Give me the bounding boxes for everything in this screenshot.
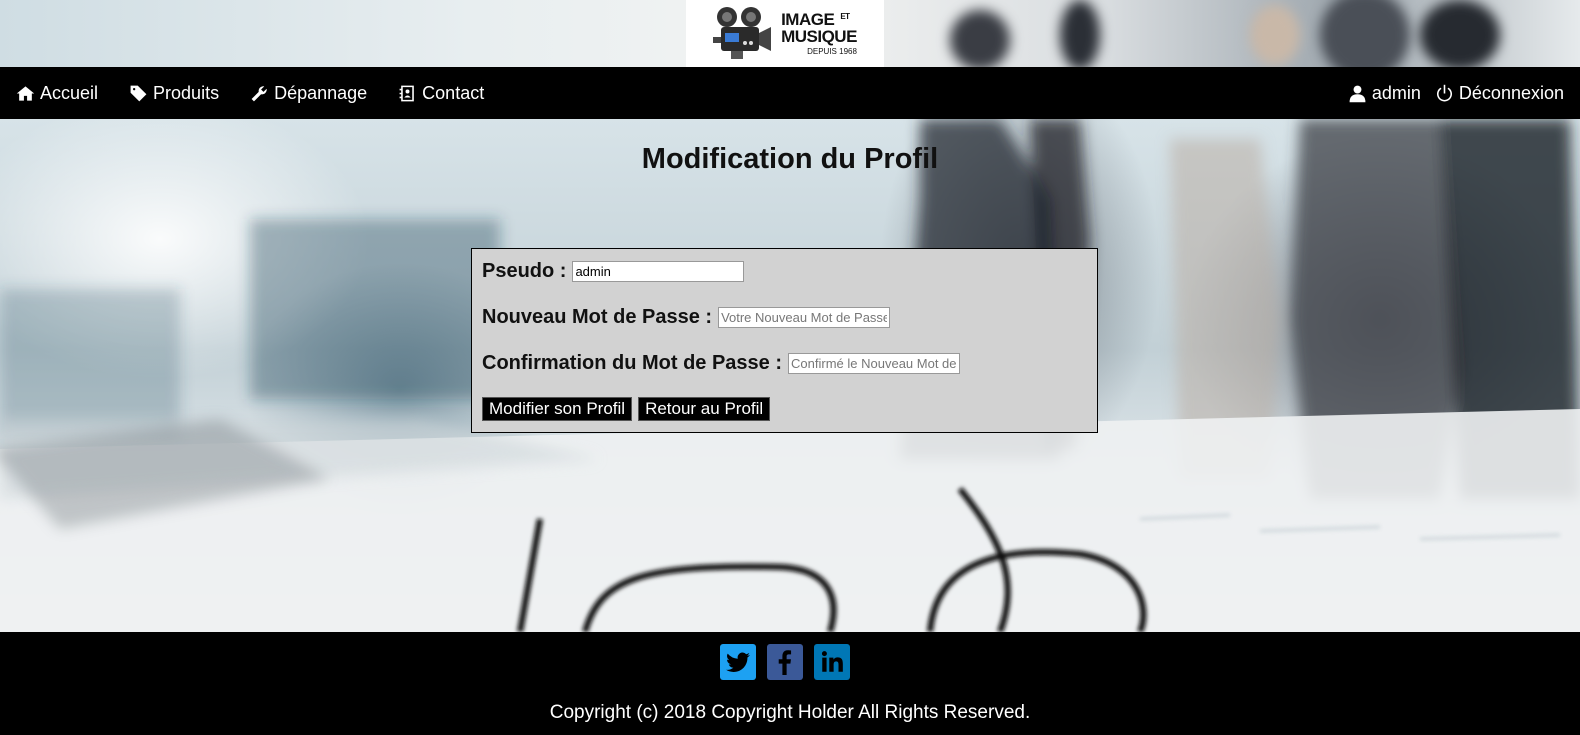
back-to-profile-button[interactable]: Retour au Profil [638,397,771,421]
site-logo[interactable]: IMAGE ET MUSIQUE DEPUIS 1968 [686,0,884,67]
nav-item-produits[interactable]: Produits [129,83,219,104]
pseudo-row: Pseudo : [482,259,1087,283]
main-content: Modification du Profil Pseudo : Nouveau … [0,119,1580,632]
tag-icon [130,85,147,101]
page-title: Modification du Profil [641,143,939,175]
nav-label-depannage: Dépannage [274,82,368,103]
main-navbar: Accueil Produits Dépannage Contact admin… [0,67,1580,119]
facebook-icon[interactable] [767,644,803,680]
new-password-row: Nouveau Mot de Passe : [482,305,1087,329]
linkedin-icon[interactable] [814,644,850,680]
nav-label-accueil: Accueil [40,82,99,103]
logo-text: IMAGE ET MUSIQUE DEPUIS 1968 [781,11,857,56]
logo-line2: MUSIQUE [781,27,857,46]
logo-et: ET [840,12,850,21]
wrench-icon [251,85,267,101]
user-icon [1349,85,1366,102]
nav-label-user: admin [1371,82,1421,103]
copyright-text: Copyright (c) 2018 Copyright Holder All … [549,702,1031,723]
contact-card-icon [399,85,415,101]
footer: Copyright (c) 2018 Copyright Holder All … [0,632,1580,735]
profile-edit-form: Pseudo : Nouveau Mot de Passe : Confirma… [471,248,1098,433]
power-icon [1436,84,1452,101]
confirm-password-input[interactable] [788,352,961,374]
nav-item-contact[interactable]: Contact [398,83,484,104]
nav-label-produits: Produits [153,82,220,103]
nav-label-contact: Contact [422,82,485,103]
form-actions: Modifier son Profil Retour au Profil [482,397,1087,421]
modify-profile-button[interactable]: Modifier son Profil [482,397,633,421]
logo-tagline: DEPUIS 1968 [807,47,857,56]
new-password-input[interactable] [718,306,891,328]
header-banner: IMAGE ET MUSIQUE DEPUIS 1968 [0,0,1580,67]
confirm-password-row: Confirmation du Mot de Passe : [482,351,1087,375]
pseudo-input[interactable] [572,260,745,282]
nav-right: admin Déconnexion [1334,83,1564,104]
nav-item-logout[interactable]: Déconnexion [1435,83,1564,104]
nav-item-accueil[interactable]: Accueil [16,83,98,104]
social-links [720,644,850,680]
home-icon [16,85,35,101]
nav-item-depannage[interactable]: Dépannage [250,83,367,104]
camera-logo-icon [713,5,775,63]
twitter-icon[interactable] [720,644,756,680]
nav-left: Accueil Produits Dépannage Contact [16,83,515,104]
nav-item-user[interactable]: admin [1348,83,1421,104]
nav-label-logout: Déconnexion [1458,82,1564,103]
new-password-label: Nouveau Mot de Passe : [482,305,713,328]
logo-line1: IMAGE [781,10,835,29]
confirm-password-label: Confirmation du Mot de Passe : [482,351,783,374]
pseudo-label: Pseudo : [482,259,567,282]
